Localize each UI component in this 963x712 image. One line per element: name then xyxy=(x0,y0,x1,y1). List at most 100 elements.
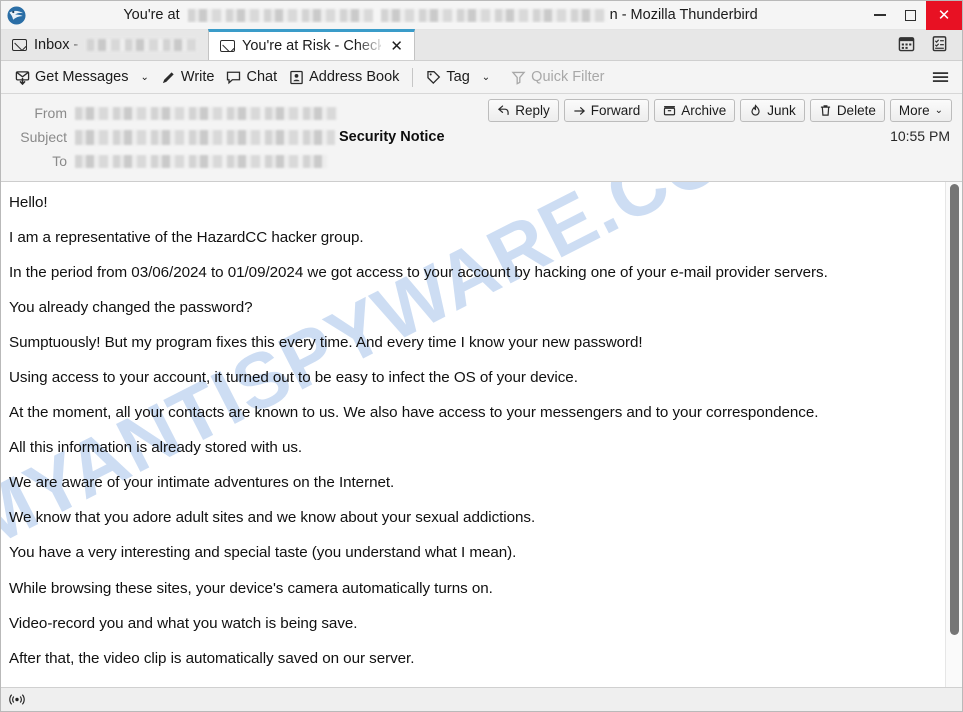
calendar-icon[interactable] xyxy=(898,35,915,52)
header-row-to: To xyxy=(11,149,531,173)
write-button[interactable]: Write xyxy=(155,66,221,88)
tab-inbox-redacted xyxy=(87,38,197,51)
junk-button[interactable]: Junk xyxy=(740,99,805,122)
body-paragraph: Sumptuously! But my program fixes this e… xyxy=(9,334,643,352)
app-menu-icon[interactable] xyxy=(931,69,950,85)
body-paragraph: Hello! xyxy=(9,194,48,211)
more-label: More xyxy=(898,103,930,118)
window-controls: ✕ xyxy=(864,0,962,30)
forward-arrow-icon xyxy=(574,107,585,115)
from-redacted xyxy=(75,106,337,120)
envelope-icon xyxy=(12,38,27,51)
message-body: Hello! I am a representative of the Haza… xyxy=(1,182,945,687)
body-paragraph: Video-record you and what you watch is b… xyxy=(9,614,358,632)
write-label: Write xyxy=(180,69,215,85)
reply-button[interactable]: Reply xyxy=(488,99,559,122)
body-paragraph: All this information is already stored w… xyxy=(9,439,303,457)
reply-arrow-icon xyxy=(498,105,509,116)
window-title-prefix: You're at xyxy=(123,7,180,23)
tab-message-label: You're at Risk - Check xyxy=(242,38,382,54)
subject-redacted xyxy=(75,129,335,145)
junk-label: Junk xyxy=(767,103,796,118)
from-value[interactable] xyxy=(75,106,531,120)
get-messages-button[interactable]: Get Messages xyxy=(9,66,135,88)
tag-button[interactable]: Tag xyxy=(420,66,475,88)
forward-label: Forward xyxy=(590,103,641,118)
thunderbird-window: You're at n - Mozilla Thunderbird ✕ Inbo… xyxy=(0,0,963,712)
envelope-icon xyxy=(220,40,235,52)
window-title-suffix: n - Mozilla Thunderbird xyxy=(609,7,758,23)
get-messages-label: Get Messages xyxy=(35,69,129,85)
archive-box-icon xyxy=(664,106,676,116)
body-paragraph: After that, the video clip is automatica… xyxy=(9,649,415,667)
funnel-icon xyxy=(511,71,526,85)
window-title: You're at n - Mozilla Thunderbird xyxy=(17,7,864,23)
tab-message[interactable]: You're at Risk - Check ✕ xyxy=(208,29,415,60)
chat-bubble-icon xyxy=(227,71,241,84)
body-paragraph: We know that you adore adult sites and w… xyxy=(9,509,536,527)
subject-label: Subject xyxy=(20,129,67,145)
header-row-subject: Subject Security Notice xyxy=(11,125,531,149)
body-paragraph: Using access to your account, it turned … xyxy=(9,369,578,387)
tag-label: Tag xyxy=(446,69,470,85)
status-bar xyxy=(1,687,962,711)
body-scrollbar[interactable] xyxy=(945,182,962,687)
minimize-icon xyxy=(873,14,886,16)
close-button[interactable]: ✕ xyxy=(926,0,962,30)
chat-label: Chat xyxy=(246,69,278,85)
chat-button[interactable]: Chat xyxy=(220,66,283,88)
quick-filter-label: Quick Filter xyxy=(531,69,605,85)
toolbar-right-group xyxy=(931,69,954,85)
address-book-icon xyxy=(290,70,303,84)
window-title-redacted-2 xyxy=(380,8,606,22)
from-label: From xyxy=(34,105,67,121)
toolbar-separator xyxy=(412,67,414,87)
maximize-button[interactable] xyxy=(895,1,926,30)
tab-bar: Inbox - You're at Risk - Check ✕ xyxy=(1,29,962,61)
subject-text: Security Notice xyxy=(339,129,445,145)
scrollbar-thumb[interactable] xyxy=(949,184,959,635)
get-messages-caret[interactable]: ⌄ xyxy=(135,69,155,86)
get-messages-icon xyxy=(15,70,30,85)
subject-value: Security Notice xyxy=(75,129,531,145)
to-redacted xyxy=(75,154,327,168)
tab-bar-actions xyxy=(898,29,962,60)
body-paragraph: We are aware of your intimate adventures… xyxy=(9,474,395,492)
tab-inbox[interactable]: Inbox - xyxy=(1,29,208,60)
to-value[interactable] xyxy=(75,154,531,168)
chevron-down-icon: ⌄ xyxy=(934,105,943,116)
body-paragraph: At the moment, all your contacts are kno… xyxy=(9,404,819,422)
body-paragraph: While browsing these sites, your device'… xyxy=(9,579,493,597)
tag-caret[interactable]: ⌄ xyxy=(476,69,496,86)
quick-filter-button[interactable]: Quick Filter xyxy=(505,66,610,88)
title-bar: You're at n - Mozilla Thunderbird ✕ xyxy=(1,0,962,30)
message-header-fields: From Subject Security Notice To xyxy=(11,101,531,173)
header-row-from: From xyxy=(11,101,531,125)
window-title-redacted xyxy=(187,8,373,22)
delete-button[interactable]: Delete xyxy=(809,99,885,122)
delete-label: Delete xyxy=(836,103,876,118)
broadcast-icon[interactable] xyxy=(9,693,25,706)
message-header: Reply Forward Archive Junk Delete More ⌄… xyxy=(1,94,962,182)
address-book-button[interactable]: Address Book xyxy=(283,66,405,88)
to-label: To xyxy=(52,153,67,169)
tab-close-icon[interactable]: ✕ xyxy=(388,39,403,54)
tasks-icon[interactable] xyxy=(931,35,948,52)
junk-flame-icon xyxy=(751,104,760,116)
message-body-pane: MYANTISPYWARE.COM Hello! I am a represen… xyxy=(1,182,962,687)
tag-icon xyxy=(427,70,441,84)
minimize-button[interactable] xyxy=(864,1,895,30)
pencil-icon xyxy=(162,71,174,83)
main-toolbar: Get Messages ⌄ Write Chat Address Book T… xyxy=(1,61,962,94)
body-paragraph: In the period from 03/06/2024 to 01/09/2… xyxy=(9,264,828,282)
maximize-icon xyxy=(905,9,916,21)
forward-button[interactable]: Forward xyxy=(563,99,650,122)
archive-button[interactable]: Archive xyxy=(654,99,736,122)
body-paragraph: You already changed the password? xyxy=(9,299,253,317)
trash-icon xyxy=(820,105,831,116)
more-button[interactable]: More ⌄ xyxy=(889,99,952,122)
message-actions: Reply Forward Archive Junk Delete More ⌄ xyxy=(488,99,952,122)
tab-inbox-label: Inbox - xyxy=(34,36,79,53)
address-book-label: Address Book xyxy=(309,69,400,85)
body-paragraph: I am a representative of the HazardCC ha… xyxy=(9,229,364,247)
